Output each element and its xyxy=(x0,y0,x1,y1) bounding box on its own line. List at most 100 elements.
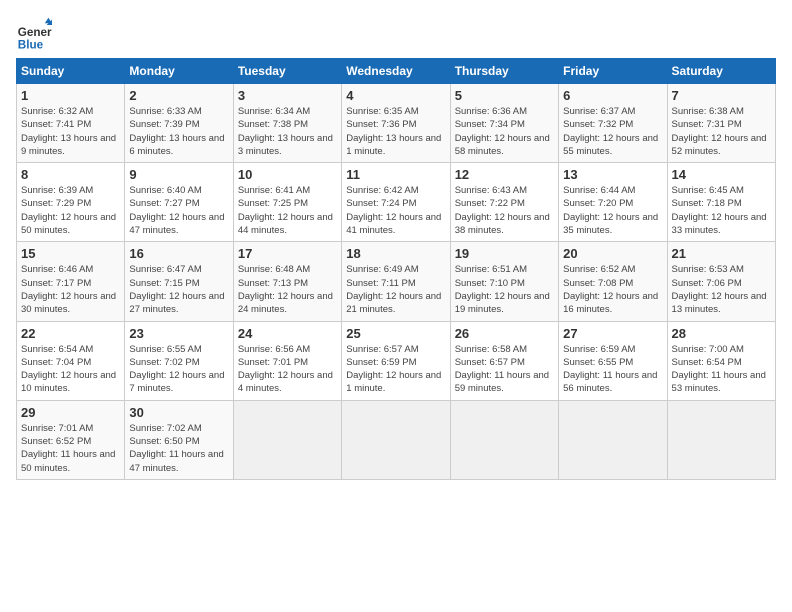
calendar: SundayMondayTuesdayWednesdayThursdayFrid… xyxy=(16,58,776,480)
day-info: Sunrise: 7:00 AMSunset: 6:54 PMDaylight:… xyxy=(672,343,771,396)
calendar-cell: 30 Sunrise: 7:02 AMSunset: 6:50 PMDaylig… xyxy=(125,400,233,479)
calendar-cell: 29 Sunrise: 7:01 AMSunset: 6:52 PMDaylig… xyxy=(17,400,125,479)
week-row-2: 8 Sunrise: 6:39 AMSunset: 7:29 PMDayligh… xyxy=(17,163,776,242)
day-info: Sunrise: 6:39 AMSunset: 7:29 PMDaylight:… xyxy=(21,184,120,237)
day-number: 25 xyxy=(346,326,445,341)
day-info: Sunrise: 6:34 AMSunset: 7:38 PMDaylight:… xyxy=(238,105,337,158)
calendar-cell: 27 Sunrise: 6:59 AMSunset: 6:55 PMDaylig… xyxy=(559,321,667,400)
calendar-cell: 5 Sunrise: 6:36 AMSunset: 7:34 PMDayligh… xyxy=(450,84,558,163)
calendar-cell: 23 Sunrise: 6:55 AMSunset: 7:02 PMDaylig… xyxy=(125,321,233,400)
dow-header-tuesday: Tuesday xyxy=(233,59,341,84)
calendar-cell xyxy=(342,400,450,479)
day-info: Sunrise: 6:45 AMSunset: 7:18 PMDaylight:… xyxy=(672,184,771,237)
day-info: Sunrise: 6:58 AMSunset: 6:57 PMDaylight:… xyxy=(455,343,554,396)
dow-header-thursday: Thursday xyxy=(450,59,558,84)
day-info: Sunrise: 6:41 AMSunset: 7:25 PMDaylight:… xyxy=(238,184,337,237)
day-number: 30 xyxy=(129,405,228,420)
calendar-cell: 1 Sunrise: 6:32 AMSunset: 7:41 PMDayligh… xyxy=(17,84,125,163)
day-info: Sunrise: 7:01 AMSunset: 6:52 PMDaylight:… xyxy=(21,422,120,475)
days-of-week-row: SundayMondayTuesdayWednesdayThursdayFrid… xyxy=(17,59,776,84)
calendar-cell: 19 Sunrise: 6:51 AMSunset: 7:10 PMDaylig… xyxy=(450,242,558,321)
day-info: Sunrise: 6:35 AMSunset: 7:36 PMDaylight:… xyxy=(346,105,445,158)
day-info: Sunrise: 6:56 AMSunset: 7:01 PMDaylight:… xyxy=(238,343,337,396)
calendar-cell: 28 Sunrise: 7:00 AMSunset: 6:54 PMDaylig… xyxy=(667,321,775,400)
day-info: Sunrise: 6:51 AMSunset: 7:10 PMDaylight:… xyxy=(455,263,554,316)
day-number: 12 xyxy=(455,167,554,182)
calendar-cell: 17 Sunrise: 6:48 AMSunset: 7:13 PMDaylig… xyxy=(233,242,341,321)
day-number: 2 xyxy=(129,88,228,103)
day-info: Sunrise: 6:49 AMSunset: 7:11 PMDaylight:… xyxy=(346,263,445,316)
svg-text:Blue: Blue xyxy=(18,38,44,51)
dow-header-saturday: Saturday xyxy=(667,59,775,84)
day-number: 10 xyxy=(238,167,337,182)
day-info: Sunrise: 6:42 AMSunset: 7:24 PMDaylight:… xyxy=(346,184,445,237)
day-number: 21 xyxy=(672,246,771,261)
calendar-cell: 22 Sunrise: 6:54 AMSunset: 7:04 PMDaylig… xyxy=(17,321,125,400)
day-info: Sunrise: 6:55 AMSunset: 7:02 PMDaylight:… xyxy=(129,343,228,396)
day-info: Sunrise: 6:37 AMSunset: 7:32 PMDaylight:… xyxy=(563,105,662,158)
day-number: 28 xyxy=(672,326,771,341)
day-info: Sunrise: 6:54 AMSunset: 7:04 PMDaylight:… xyxy=(21,343,120,396)
calendar-cell xyxy=(559,400,667,479)
day-info: Sunrise: 6:57 AMSunset: 6:59 PMDaylight:… xyxy=(346,343,445,396)
header: General Blue xyxy=(16,16,776,52)
calendar-cell: 2 Sunrise: 6:33 AMSunset: 7:39 PMDayligh… xyxy=(125,84,233,163)
logo-icon: General Blue xyxy=(16,16,52,52)
day-number: 16 xyxy=(129,246,228,261)
calendar-cell: 6 Sunrise: 6:37 AMSunset: 7:32 PMDayligh… xyxy=(559,84,667,163)
calendar-cell: 14 Sunrise: 6:45 AMSunset: 7:18 PMDaylig… xyxy=(667,163,775,242)
calendar-cell: 8 Sunrise: 6:39 AMSunset: 7:29 PMDayligh… xyxy=(17,163,125,242)
calendar-cell: 21 Sunrise: 6:53 AMSunset: 7:06 PMDaylig… xyxy=(667,242,775,321)
day-number: 24 xyxy=(238,326,337,341)
week-row-4: 22 Sunrise: 6:54 AMSunset: 7:04 PMDaylig… xyxy=(17,321,776,400)
day-number: 4 xyxy=(346,88,445,103)
dow-header-monday: Monday xyxy=(125,59,233,84)
day-number: 11 xyxy=(346,167,445,182)
dow-header-sunday: Sunday xyxy=(17,59,125,84)
week-row-5: 29 Sunrise: 7:01 AMSunset: 6:52 PMDaylig… xyxy=(17,400,776,479)
calendar-cell: 10 Sunrise: 6:41 AMSunset: 7:25 PMDaylig… xyxy=(233,163,341,242)
day-number: 1 xyxy=(21,88,120,103)
day-info: Sunrise: 6:53 AMSunset: 7:06 PMDaylight:… xyxy=(672,263,771,316)
calendar-cell: 16 Sunrise: 6:47 AMSunset: 7:15 PMDaylig… xyxy=(125,242,233,321)
day-info: Sunrise: 6:47 AMSunset: 7:15 PMDaylight:… xyxy=(129,263,228,316)
day-number: 5 xyxy=(455,88,554,103)
day-number: 14 xyxy=(672,167,771,182)
calendar-cell: 13 Sunrise: 6:44 AMSunset: 7:20 PMDaylig… xyxy=(559,163,667,242)
day-info: Sunrise: 6:40 AMSunset: 7:27 PMDaylight:… xyxy=(129,184,228,237)
logo: General Blue xyxy=(16,16,56,52)
day-info: Sunrise: 6:32 AMSunset: 7:41 PMDaylight:… xyxy=(21,105,120,158)
day-number: 17 xyxy=(238,246,337,261)
day-number: 22 xyxy=(21,326,120,341)
calendar-cell: 26 Sunrise: 6:58 AMSunset: 6:57 PMDaylig… xyxy=(450,321,558,400)
day-info: Sunrise: 6:43 AMSunset: 7:22 PMDaylight:… xyxy=(455,184,554,237)
calendar-cell: 24 Sunrise: 6:56 AMSunset: 7:01 PMDaylig… xyxy=(233,321,341,400)
day-number: 20 xyxy=(563,246,662,261)
week-row-3: 15 Sunrise: 6:46 AMSunset: 7:17 PMDaylig… xyxy=(17,242,776,321)
calendar-cell: 11 Sunrise: 6:42 AMSunset: 7:24 PMDaylig… xyxy=(342,163,450,242)
calendar-cell: 25 Sunrise: 6:57 AMSunset: 6:59 PMDaylig… xyxy=(342,321,450,400)
calendar-cell: 7 Sunrise: 6:38 AMSunset: 7:31 PMDayligh… xyxy=(667,84,775,163)
day-number: 26 xyxy=(455,326,554,341)
day-info: Sunrise: 6:46 AMSunset: 7:17 PMDaylight:… xyxy=(21,263,120,316)
day-info: Sunrise: 6:52 AMSunset: 7:08 PMDaylight:… xyxy=(563,263,662,316)
calendar-cell: 18 Sunrise: 6:49 AMSunset: 7:11 PMDaylig… xyxy=(342,242,450,321)
calendar-cell xyxy=(450,400,558,479)
day-info: Sunrise: 6:48 AMSunset: 7:13 PMDaylight:… xyxy=(238,263,337,316)
day-number: 3 xyxy=(238,88,337,103)
day-info: Sunrise: 7:02 AMSunset: 6:50 PMDaylight:… xyxy=(129,422,228,475)
dow-header-wednesday: Wednesday xyxy=(342,59,450,84)
calendar-cell: 4 Sunrise: 6:35 AMSunset: 7:36 PMDayligh… xyxy=(342,84,450,163)
day-info: Sunrise: 6:36 AMSunset: 7:34 PMDaylight:… xyxy=(455,105,554,158)
calendar-cell xyxy=(667,400,775,479)
calendar-cell: 3 Sunrise: 6:34 AMSunset: 7:38 PMDayligh… xyxy=(233,84,341,163)
week-row-1: 1 Sunrise: 6:32 AMSunset: 7:41 PMDayligh… xyxy=(17,84,776,163)
day-number: 7 xyxy=(672,88,771,103)
day-number: 27 xyxy=(563,326,662,341)
calendar-cell: 15 Sunrise: 6:46 AMSunset: 7:17 PMDaylig… xyxy=(17,242,125,321)
day-info: Sunrise: 6:59 AMSunset: 6:55 PMDaylight:… xyxy=(563,343,662,396)
day-number: 6 xyxy=(563,88,662,103)
day-number: 8 xyxy=(21,167,120,182)
svg-text:General: General xyxy=(18,26,52,39)
day-number: 23 xyxy=(129,326,228,341)
